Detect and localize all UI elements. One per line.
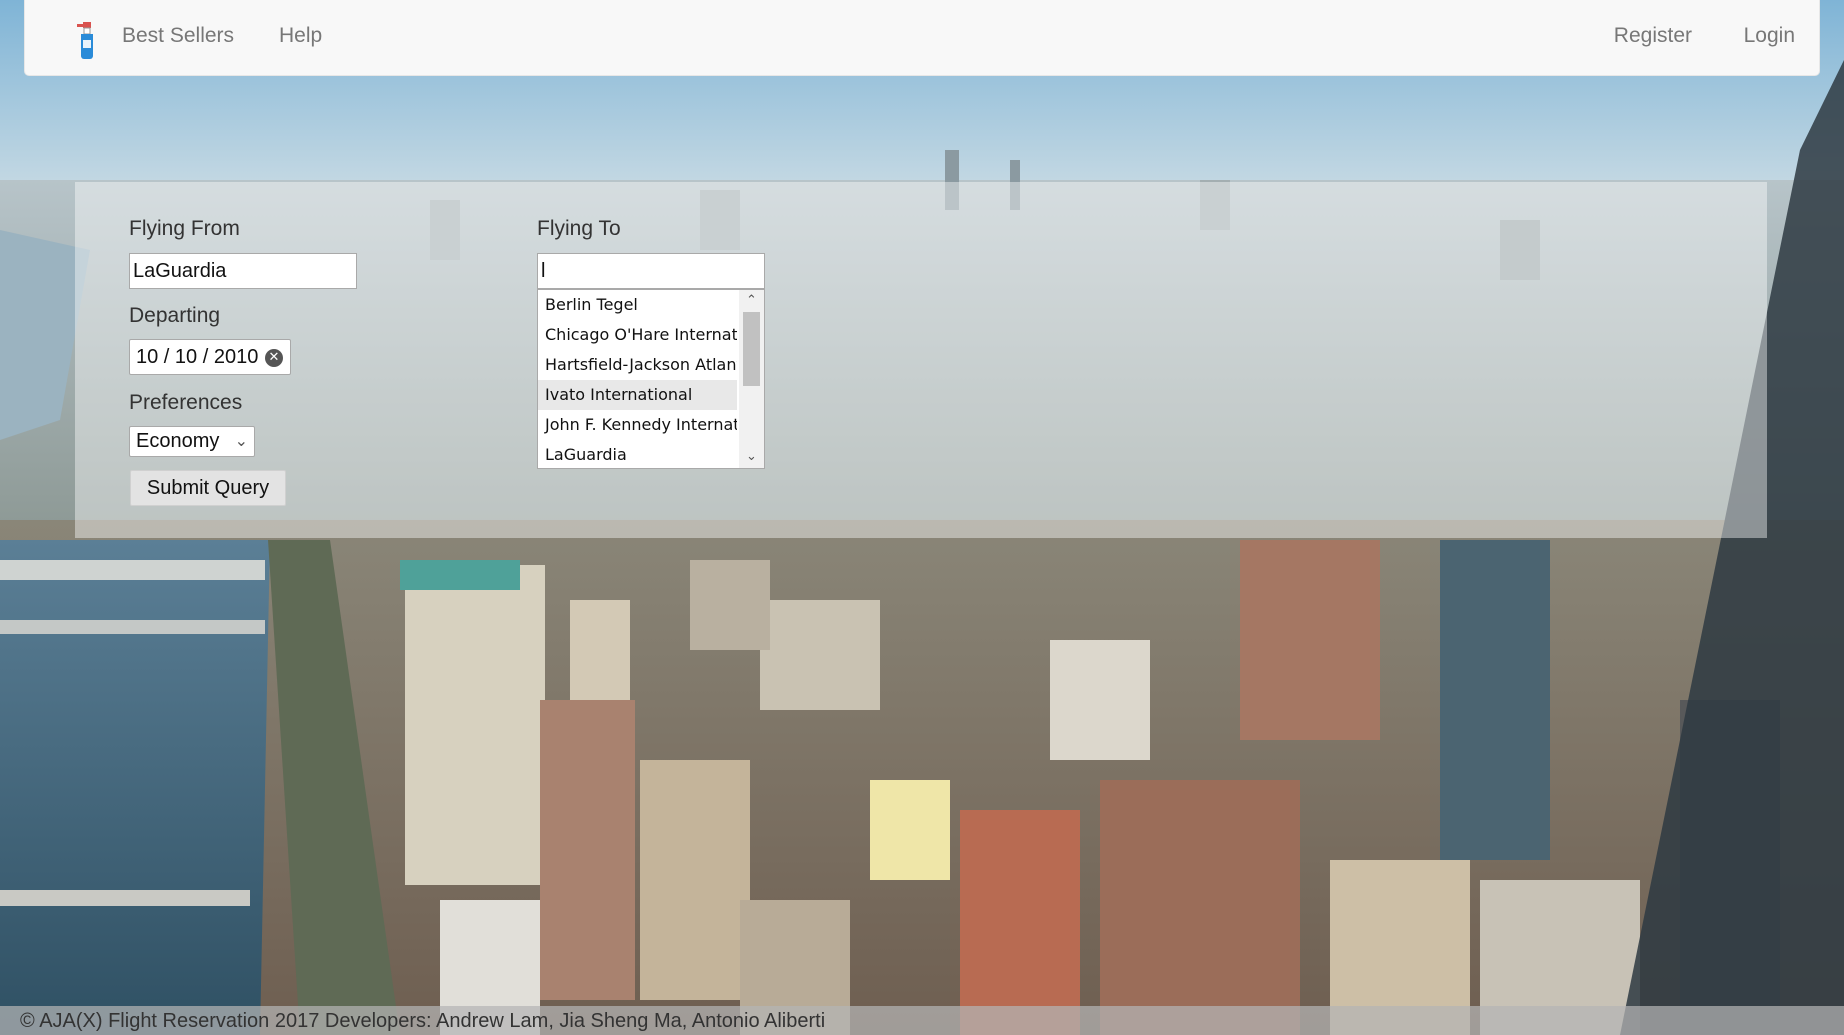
flying-to-input[interactable] [537,253,765,289]
suggestion-item-highlighted[interactable]: Ivato International [538,380,737,410]
nav-help-link[interactable]: Help [279,24,322,48]
footer: © AJA(X) Flight Reservation 2017 Develop… [0,1006,1844,1035]
chevron-down-icon: ⌄ [234,431,248,450]
flying-to-suggestions: Berlin Tegel Chicago O'Hare Internationa… [537,289,765,469]
clear-date-icon[interactable]: ✕ [265,349,283,367]
suggestion-item[interactable]: Berlin Tegel [538,290,737,320]
preferences-selected-value: Economy [136,430,220,452]
flying-from-label: Flying From [129,217,240,240]
suggestion-item[interactable]: LaGuardia [538,440,737,468]
scroll-up-icon[interactable]: ⌃ [739,292,764,310]
scrollbar-thumb[interactable] [743,312,760,386]
departing-date-input[interactable]: 10 / 10 / 2010 ✕ [129,339,291,375]
preferences-label: Preferences [129,391,243,414]
suggestion-item[interactable]: Hartsfield-Jackson Atlanta International [538,350,737,380]
brand-logo[interactable] [55,20,117,60]
top-navbar: Best Sellers Help Register Login [24,0,1820,76]
flying-from-input[interactable] [129,253,357,289]
nav-login-link[interactable]: Login [1744,24,1795,48]
footer-credits: © AJA(X) Flight Reservation 2017 Develop… [20,1010,826,1032]
departing-label: Departing [129,304,221,327]
spray-bottle-icon [77,22,93,59]
suggestions-scrollbar[interactable]: ⌃ ⌄ [739,290,764,468]
flying-to-label: Flying To [537,217,621,240]
flight-search-panel: Flying From Departing 10 / 10 / 2010 ✕ P… [75,182,1767,538]
nav-best-sellers-link[interactable]: Best Sellers [122,24,234,48]
departing-date-value: 10 / 10 / 2010 [136,346,259,368]
preferences-select[interactable]: Economy ⌄ [129,426,255,457]
suggestion-item[interactable]: John F. Kennedy International [538,410,737,440]
submit-query-button[interactable]: Submit Query [130,470,286,506]
suggestion-item[interactable]: Chicago O'Hare International [538,320,737,350]
nav-register-link[interactable]: Register [1614,24,1692,48]
scroll-down-icon[interactable]: ⌄ [739,448,764,466]
